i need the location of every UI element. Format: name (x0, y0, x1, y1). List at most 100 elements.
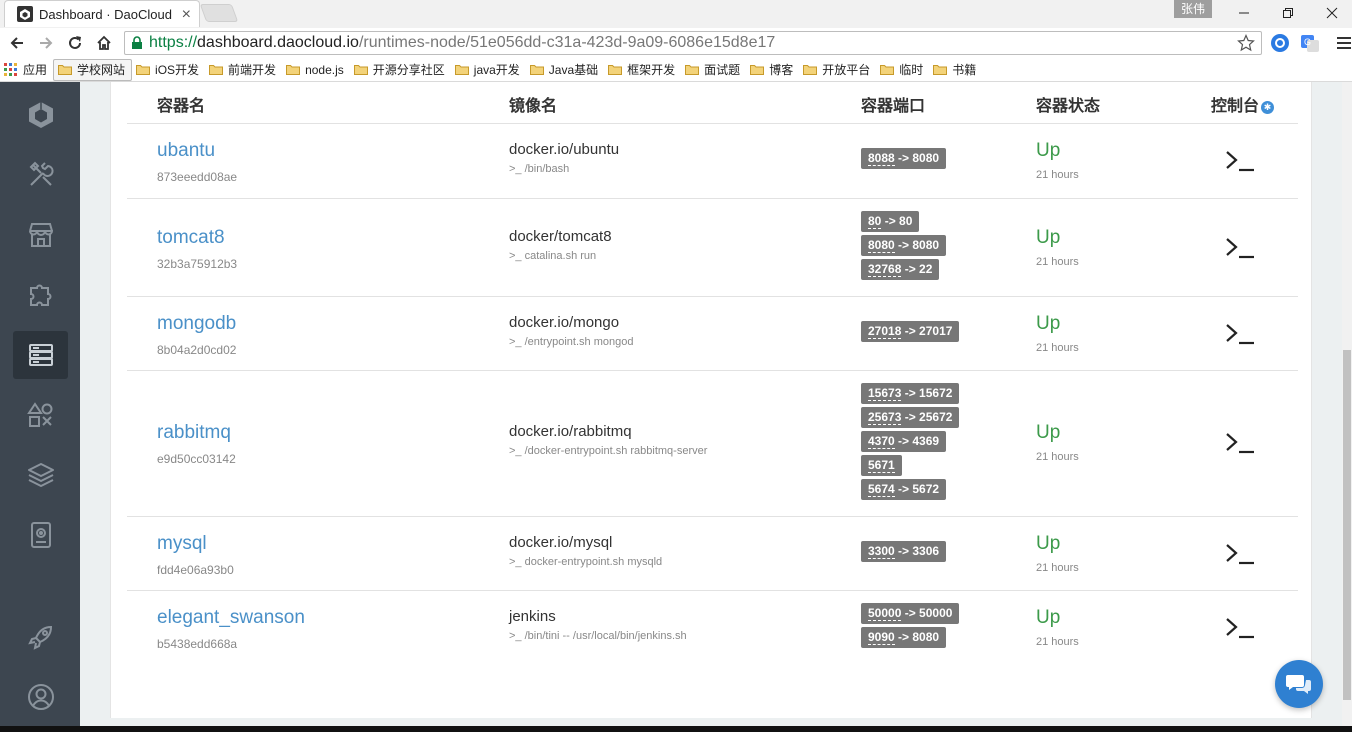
bookmark-folder[interactable]: java开发 (451, 59, 526, 81)
bookmark-folder[interactable]: 学校网站 (53, 58, 133, 81)
reload-icon (69, 36, 81, 49)
bookmark-folder[interactable]: iOS开发 (132, 59, 205, 81)
host-port: 3300 (868, 544, 895, 559)
port-mapping-badge[interactable]: 8080 -> 8080 (861, 235, 947, 256)
settings-gear-icon[interactable]: ✱ (1261, 101, 1275, 114)
sidebar-item-images[interactable] (13, 451, 68, 499)
container-name-link[interactable]: mysql (157, 533, 207, 555)
forward-button[interactable] (35, 32, 57, 54)
table-header: 容器名 镜像名 容器端口 容器状态 控制台 ✱ (127, 82, 1298, 124)
sidebar-item-tools[interactable] (13, 151, 68, 199)
port-mapping-badge[interactable]: 27018 -> 27017 (861, 321, 960, 342)
home-button[interactable] (93, 32, 115, 54)
page-scrollbar[interactable] (1342, 82, 1352, 732)
host-port: 80 (868, 214, 882, 229)
bookmark-folder[interactable]: 书籍 (929, 59, 982, 81)
container-port: -> 8080 (894, 630, 940, 644)
terminal-console-icon[interactable] (1223, 431, 1257, 455)
port-mapping-badge[interactable]: 5674 -> 5672 (861, 479, 947, 500)
bookmark-folder[interactable]: 开放平台 (799, 59, 876, 81)
port-list: 50000 -> 50000 9090 -> 8080 (861, 603, 960, 651)
terminal-console-icon[interactable] (1223, 236, 1257, 260)
bookmark-folder[interactable]: 临时 (876, 59, 929, 81)
port-mapping-badge[interactable]: 8088 -> 8080 (861, 148, 947, 169)
container-name-link[interactable]: rabbitmq (157, 422, 231, 444)
bookmark-folder[interactable]: 博客 (746, 59, 799, 81)
port-mapping-badge[interactable]: 15673 -> 15672 (861, 383, 960, 404)
bookmark-folder[interactable]: 前端开发 (205, 59, 282, 81)
terminal-console-icon[interactable] (1223, 542, 1257, 566)
header-ports: 容器端口 (861, 98, 926, 115)
port-mapping-badge[interactable]: 9090 -> 8080 (861, 627, 947, 648)
terminal-console-icon[interactable] (1223, 322, 1257, 346)
scrollbar-thumb[interactable] (1343, 350, 1351, 700)
sidebar-item-services[interactable] (13, 391, 68, 439)
daocloud-favicon (17, 6, 33, 22)
sidebar-item-hosts[interactable] (13, 331, 68, 379)
container-name-link[interactable]: elegant_swanson (157, 607, 305, 629)
bookmark-folder[interactable]: 开源分享社区 (350, 59, 451, 81)
sidebar-item-home[interactable] (13, 91, 68, 139)
container-port: -> 8080 (894, 238, 940, 252)
bookmark-star-icon[interactable] (1237, 34, 1255, 52)
sidebar-item-volumes[interactable] (13, 511, 68, 559)
container-name-link[interactable]: mongodb (157, 313, 236, 335)
bookmark-label: 面试题 (704, 63, 741, 77)
sidebar-item-plugins[interactable] (13, 271, 68, 319)
sidebar-item-launch[interactable] (13, 613, 68, 661)
arrow-left-icon (10, 37, 23, 49)
sidebar-item-account[interactable] (13, 673, 68, 721)
bookmark-label: 书籍 (952, 63, 977, 77)
bookmark-folder[interactable]: 框架开发 (604, 59, 681, 81)
live-chat-button[interactable] (1275, 660, 1323, 708)
back-button[interactable] (6, 32, 28, 54)
translate-icon[interactable]: G (1300, 33, 1320, 53)
container-name-link[interactable]: ubantu (157, 140, 215, 162)
image-name: docker/tomcat8 (509, 228, 612, 245)
profile-badge[interactable]: 张伟 (1174, 0, 1212, 18)
port-list: 3300 -> 3306 (861, 541, 947, 565)
port-mapping-badge[interactable]: 4370 -> 4369 (861, 431, 947, 452)
extension-blue-icon[interactable] (1270, 33, 1290, 53)
folder-icon (286, 65, 301, 75)
address-bar[interactable]: https://dashboard.daocloud.io/runtimes-n… (124, 31, 1262, 55)
container-port: -> 3306 (894, 544, 940, 558)
browser-tab[interactable]: Dashboard · DaoCloud × (4, 0, 200, 27)
port-list: 8088 -> 8080 (861, 148, 947, 172)
close-window-button[interactable] (1310, 0, 1352, 26)
folder-icon (803, 65, 818, 75)
status-text: Up (1036, 533, 1061, 554)
container-id: 873eeedd08ae (157, 170, 238, 184)
folder-icon (529, 65, 544, 75)
container-name-link[interactable]: tomcat8 (157, 227, 225, 249)
terminal-console-icon[interactable] (1223, 616, 1257, 640)
port-mapping-badge[interactable]: 50000 -> 50000 (861, 603, 960, 624)
apps-grid-icon (4, 62, 17, 76)
new-tab-button[interactable] (199, 4, 239, 22)
bookmark-folder[interactable]: Java基础 (526, 59, 604, 81)
uptime-text: 21 hours (1036, 562, 1079, 574)
menu-icon[interactable] (1334, 33, 1352, 53)
sidebar-item-store[interactable] (13, 211, 68, 259)
port-mapping-badge[interactable]: 3300 -> 3306 (861, 541, 947, 562)
terminal-console-icon[interactable] (1223, 149, 1257, 173)
uptime-text: 21 hours (1036, 342, 1079, 354)
folder-icon (136, 65, 151, 75)
bookmark-label: Java基础 (548, 63, 599, 77)
minimize-icon (1239, 12, 1249, 14)
maximize-button[interactable] (1266, 0, 1310, 26)
port-mapping-badge[interactable]: 80 -> 80 (861, 211, 920, 232)
status-text: Up (1036, 422, 1061, 443)
reload-button[interactable] (64, 32, 86, 54)
minimize-button[interactable] (1222, 0, 1266, 26)
bookmark-folder[interactable]: 面试题 (681, 59, 746, 81)
bookmark-apps[interactable]: 应用 (0, 59, 53, 81)
port-mapping-badge[interactable]: 5671 (861, 455, 902, 476)
bookmark-label: 框架开发 (627, 63, 676, 77)
bookmark-folder[interactable]: node.js (282, 59, 350, 81)
port-mapping-badge[interactable]: 32768 -> 22 (861, 259, 940, 280)
port-mapping-badge[interactable]: 25673 -> 25672 (861, 407, 960, 428)
close-tab-icon[interactable]: × (182, 6, 191, 24)
container-row: rabbitmq e9d50cc03142 docker.io/rabbitmq >_… (127, 371, 1298, 517)
container-port: -> 25672 (901, 410, 953, 424)
